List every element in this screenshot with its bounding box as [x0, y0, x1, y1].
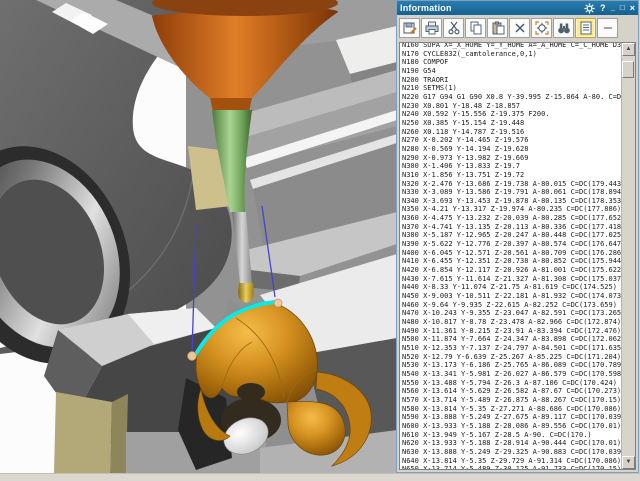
window-title: Information	[400, 3, 452, 13]
gcode-line: N530 X-13.173 Y-6.186 Z-25.765 A-86.089 …	[402, 361, 621, 370]
machine-scene	[0, 0, 397, 473]
gcode-line: N310 X-1.856 Y-13.751 Z-19.72	[402, 170, 525, 179]
gcode-line: N210 SETMS(1)	[402, 84, 457, 93]
gcode-listing[interactable]: N160 SUPA X=_X_HOME Y=_Y_HOME A=_A_HOME …	[400, 42, 621, 469]
gcode-line: N490 X-11.361 Y-8.215 Z-23.91 A-83.394 C…	[402, 326, 621, 335]
gcode-line: N350 X-4.21 Y-13.317 Z-19.974 A-80.235 C…	[402, 205, 621, 214]
gcode-line: N420 X-6.854 Y-12.117 Z-20.926 A-81.001 …	[402, 266, 621, 275]
gcode-line: N160 SUPA X=_X_HOME Y=_Y_HOME A=_A_HOME …	[402, 42, 621, 49]
cut-button[interactable]	[443, 18, 464, 38]
gcode-line: N400 X-6.045 Y-12.571 Z-20.561 A-80.709 …	[402, 248, 621, 257]
delete-icon	[515, 23, 524, 33]
gcode-line: N560 X-13.614 Y-5.629 Z-26.582 A-87.67 C…	[402, 387, 621, 396]
gcode-line: N610 X-13.949 Y-5.167 Z-28.5 A-90. C=DC(…	[402, 430, 592, 439]
gcode-line: N230 X0.801 Y-18.48 Z-18.857	[402, 101, 521, 110]
gcode-line: N650 X-13.714 Y-5.489 Z-30.125 A-91.733 …	[402, 465, 621, 469]
gcode-line: N270 X-0.202 Y-14.465 Z-19.576	[402, 136, 529, 145]
print-button[interactable]	[421, 18, 442, 38]
gcode-line: N630 X-13.888 Y-5.249 Z-29.325 A-90.883 …	[402, 447, 621, 456]
gcode-line: N240 X0.592 Y-15.556 Z-19.375 F200.	[402, 110, 550, 119]
scroll-thumb[interactable]	[622, 61, 634, 78]
gcode-line: N620 X-13.933 Y-5.188 Z-28.914 A-90.444 …	[402, 439, 621, 448]
gcode-line: N340 X-3.693 Y-13.453 Z-19.878 A-80.135 …	[402, 196, 621, 205]
contact-marker-left	[187, 351, 197, 361]
find-button[interactable]	[531, 18, 552, 38]
machine-3d-viewport[interactable]	[0, 0, 397, 473]
close-icon[interactable]: ×	[630, 3, 635, 13]
settings-icon[interactable]	[584, 2, 595, 14]
print-icon	[425, 21, 438, 35]
gcode-line: N360 X-4.475 Y-13.232 Z-20.039 A-80.285 …	[402, 214, 621, 223]
list-button[interactable]	[575, 18, 596, 38]
gcode-line: N480 X-10.817 Y-8.78 Z-23.478 A-82.966 C…	[402, 318, 621, 326]
gcode-line: N500 X-11.874 Y-7.664 Z-24.347 A-83.898 …	[402, 335, 621, 344]
paste-button[interactable]	[487, 18, 508, 38]
gcode-line: N410 X-6.455 Y-12.351 Z-20.738 A-80.852 …	[402, 257, 621, 266]
maximize-icon[interactable]: □	[620, 3, 625, 13]
gcode-line: N260 X0.118 Y-14.787 Z-19.516	[402, 127, 525, 136]
gcode-line: N550 X-13.488 Y-5.794 Z-26.3 A-87.106 C=…	[402, 378, 617, 387]
gcode-line: N220 G17 G94 G1 G90 X0.8 Y-39.995 Z-15.0…	[402, 92, 621, 101]
information-toolbar	[397, 15, 638, 41]
gcode-line: N430 X-7.615 Y-11.614 Z-21.327 A-81.308 …	[402, 274, 621, 283]
delete-button[interactable]	[509, 18, 530, 38]
search-button[interactable]	[553, 18, 574, 38]
gcode-line: N540 X-13.341 Y-5.981 Z-26.027 A-86.579 …	[402, 369, 621, 378]
scroll-up-button[interactable]: ▲	[622, 43, 635, 56]
binoculars-icon	[557, 23, 570, 34]
gcode-line: N520 X-12.79 Y-6.639 Z-25.267 A-85.225 C…	[402, 352, 621, 361]
dash-icon	[603, 27, 612, 29]
gcode-line: N380 X-5.187 Y-12.965 Z-20.247 A-80.448 …	[402, 231, 621, 240]
collapse-button[interactable]	[597, 18, 618, 38]
gcode-line: N580 X-13.814 Y-5.35 Z-27.271 A-88.686 C…	[402, 404, 621, 413]
copy-icon	[470, 21, 481, 35]
cam-simulation-app: { "window": { "title": "Information", "t…	[0, 0, 640, 481]
gcode-line: N250 X0.385 Y-15.154 Z-19.448	[402, 118, 525, 127]
minimize-icon[interactable]: _	[610, 3, 614, 13]
information-window: Information ? _ □ × N160 SUPA X=_X_HOME …	[396, 0, 639, 473]
gcode-line: N190 G54	[402, 66, 436, 75]
gcode-line: N470 X-10.243 Y-9.355 Z-23.047 A-82.591 …	[402, 309, 621, 318]
window-controls: ? _ □ ×	[584, 2, 635, 14]
information-titlebar[interactable]: Information ? _ □ ×	[397, 1, 638, 15]
gcode-line: N300 X-1.406 Y-13.833 Z-19.7	[402, 162, 521, 171]
gcode-line: N390 X-5.622 Y-12.776 Z-20.397 A-80.574 …	[402, 240, 621, 249]
gcode-line: N170 CYCLE832(_camtolerance,0,1)	[402, 49, 537, 58]
paste-icon	[492, 21, 504, 35]
tool-tip-ball	[238, 287, 254, 303]
gcode-line: N200 TRAORI	[402, 75, 449, 84]
help-icon[interactable]: ?	[600, 3, 606, 13]
contact-marker-right	[273, 298, 283, 308]
cut-icon	[447, 21, 460, 35]
gcode-line: N640 X-13.814 Y-5.35 Z-29.729 A-91.314 C…	[402, 456, 621, 465]
copy-button[interactable]	[465, 18, 486, 38]
save-button[interactable]	[399, 18, 420, 38]
gcode-line: N180 COMPOF	[402, 58, 449, 67]
gcode-line: N440 X-8.33 Y-11.074 Z-21.75 A-81.619 C=…	[402, 283, 617, 292]
vertical-scrollbar[interactable]: ▲ ▼	[621, 43, 635, 469]
gcode-line: N370 X-4.741 Y-13.135 Z-20.113 A-80.336 …	[402, 222, 621, 231]
gcode-line: N330 X-3.089 Y-13.586 Z-19.791 A-80.061 …	[402, 188, 621, 197]
gcode-line: N600 X-13.933 Y-5.188 Z-28.086 A-89.556 …	[402, 421, 621, 430]
gcode-panel: N160 SUPA X=_X_HOME Y=_Y_HOME A=_A_HOME …	[399, 42, 636, 470]
save-icon	[403, 22, 417, 35]
gcode-line: N320 X-2.476 Y-13.686 Z-19.738 A-80.015 …	[402, 179, 621, 188]
gcode-line: N290 X-0.973 Y-13.982 Z-19.669	[402, 153, 529, 162]
gcode-line: N450 X-9.003 Y-10.511 Z-22.181 A-81.932 …	[402, 292, 621, 301]
gcode-line: N510 X-12.353 Y-7.137 Z-24.797 A-84.501 …	[402, 343, 621, 352]
gcode-line: N570 X-13.714 Y-5.489 Z-26.875 A-88.267 …	[402, 395, 621, 404]
list-icon	[580, 21, 591, 35]
gcode-line: N280 X-0.569 Y-14.194 Z-19.628	[402, 144, 529, 153]
find-icon	[534, 21, 549, 35]
gcode-line: N590 X-13.888 Y-5.249 Z-27.675 A-89.117 …	[402, 413, 621, 422]
gcode-line: N460 X-9.64 Y-9.935 Z-22.615 A-82.252 C=…	[402, 300, 617, 309]
scroll-down-button[interactable]: ▼	[622, 456, 635, 469]
